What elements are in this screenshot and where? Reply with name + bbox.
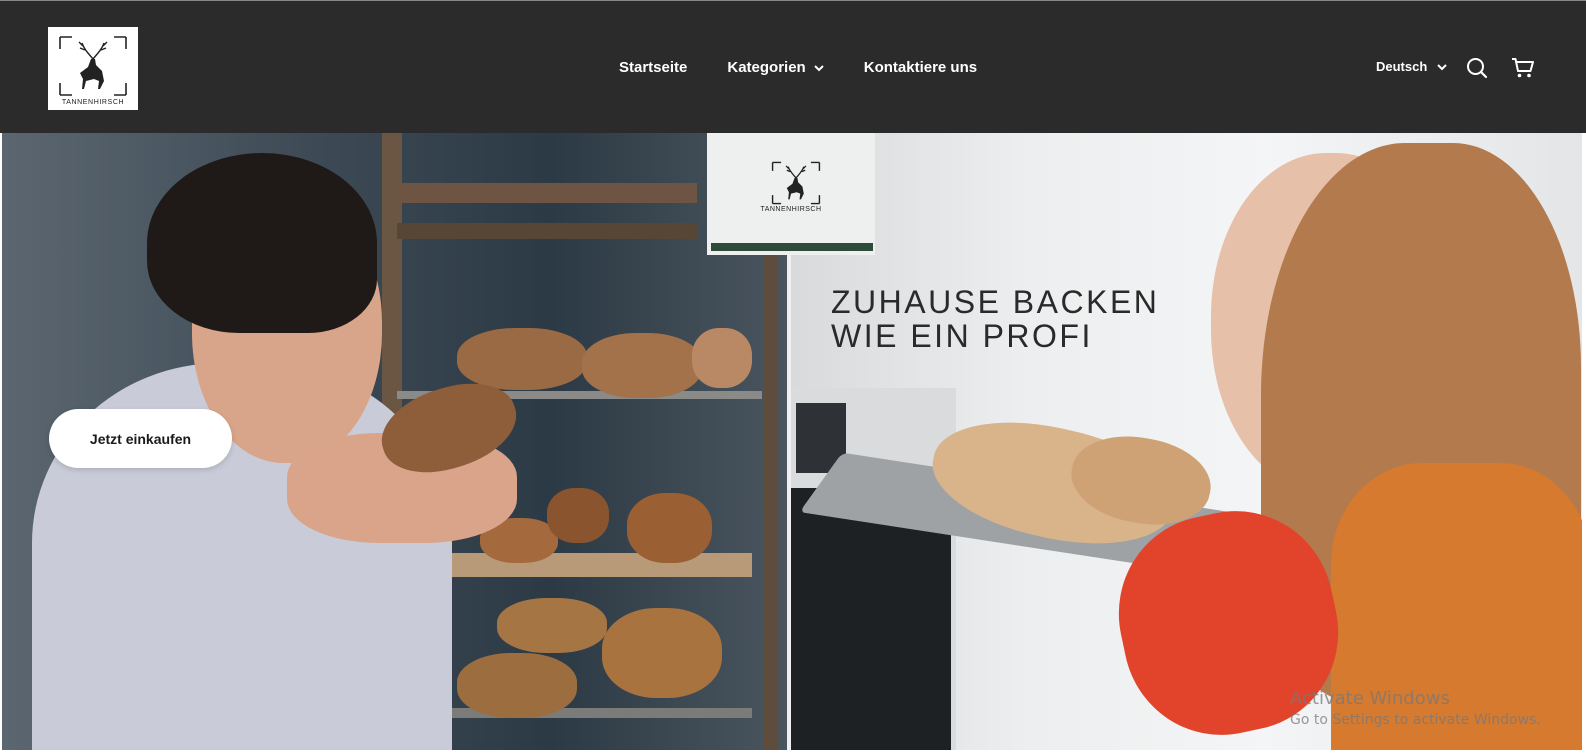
cart-icon [1512, 58, 1534, 78]
hero-headline-line2: WIE EIN PROFI [831, 318, 1093, 354]
rack-tray [402, 553, 752, 577]
rack-shelf [397, 183, 697, 203]
brand-logo-text: TANNENHIRSCH [61, 99, 125, 106]
hero-logo-text: TANNENHIRSCH [760, 206, 822, 213]
baker-hair [147, 153, 377, 333]
nav-kontakt[interactable]: Kontaktiere uns [864, 59, 977, 76]
bread-loaf [692, 328, 752, 388]
rack-shelf [402, 708, 752, 718]
hero-logo-card: TANNENHIRSCH [707, 133, 875, 255]
bread-baguette [602, 608, 722, 698]
nav-startseite[interactable]: Startseite [619, 59, 687, 76]
brand-logo[interactable]: TANNENHIRSCH [48, 27, 138, 110]
bread-loaf [457, 328, 587, 390]
nav-startseite-label: Startseite [619, 59, 688, 76]
stag-logo-icon [59, 36, 127, 96]
bread-baguette [457, 653, 577, 718]
cart-button[interactable] [1511, 57, 1535, 81]
windows-activation-watermark: Activate Windows Go to Settings to activ… [1290, 688, 1541, 728]
search-button[interactable] [1466, 57, 1490, 81]
hero-headline-line1: ZUHAUSE BACKEN [831, 284, 1160, 320]
chevron-down-icon [814, 59, 824, 76]
stag-logo-icon [771, 161, 821, 205]
main-navigation: Startseite Kategorien Kontaktiere uns [619, 59, 977, 76]
bread-roll [627, 493, 712, 563]
hero-headline: ZUHAUSE BACKEN WIE EIN PROFI [831, 285, 1159, 353]
chevron-down-icon [1437, 59, 1448, 74]
watermark-subtitle: Go to Settings to activate Windows. [1290, 712, 1541, 728]
hero-image-home-baker [791, 133, 1582, 750]
bread-loaf [582, 333, 702, 398]
nav-kategorien[interactable]: Kategorien [727, 59, 824, 76]
nav-kontakt-label: Kontaktiere uns [863, 59, 978, 76]
bread-roll [547, 488, 609, 543]
watermark-title: Activate Windows [1290, 688, 1450, 709]
accent-bar [711, 243, 873, 251]
hero-banner: TANNENHIRSCH ZUHAUSE BACKEN WIE EIN PROF… [2, 133, 1582, 750]
language-selector[interactable]: Deutsch [1376, 59, 1448, 74]
language-label: Deutsch [1376, 59, 1428, 74]
shop-now-button[interactable]: Jetzt einkaufen [49, 409, 232, 468]
nav-kategorien-label: Kategorien [727, 59, 806, 76]
site-header: TANNENHIRSCH Startseite Kategorien Konta… [0, 0, 1586, 133]
bread-baguette [497, 598, 607, 653]
search-icon [1467, 58, 1488, 79]
rack-shelf [397, 223, 697, 239]
